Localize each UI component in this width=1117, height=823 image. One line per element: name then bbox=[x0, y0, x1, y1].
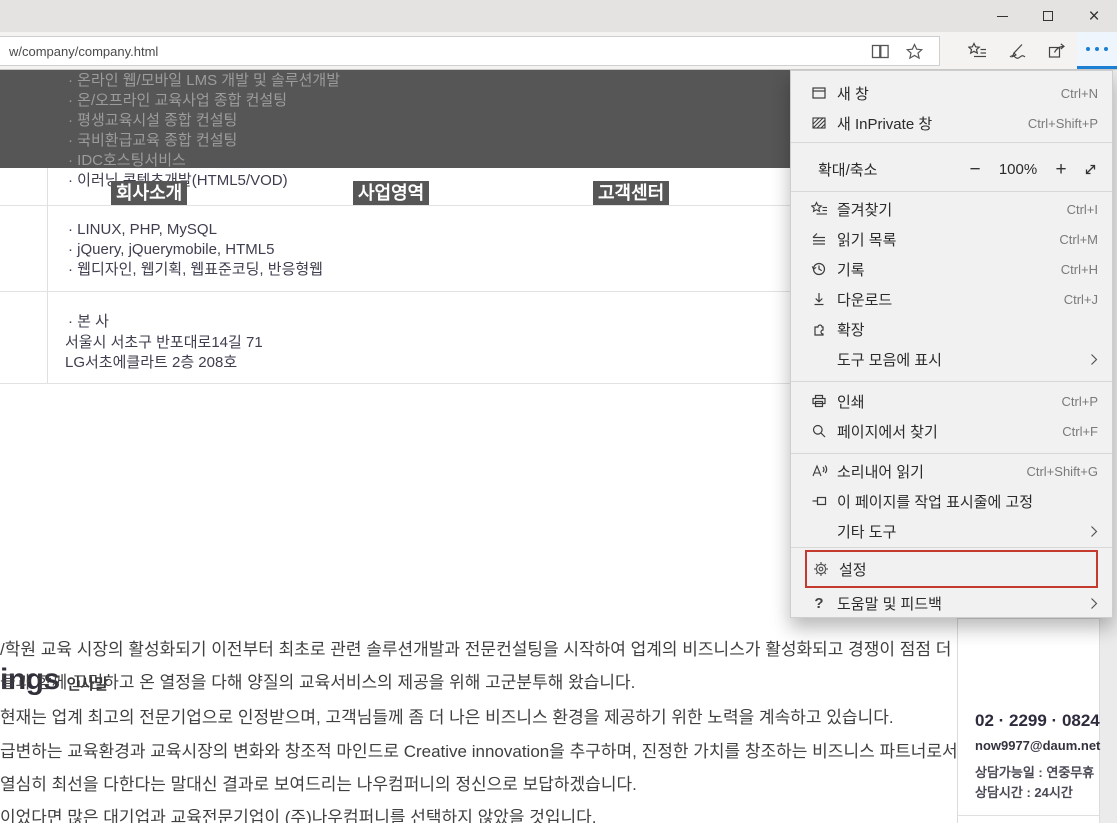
tech-item: · LINUX, PHP, MySQL bbox=[68, 220, 217, 240]
office-line: 서울시 서초구 반포대로14길 71 bbox=[65, 333, 263, 353]
contact-hours: 상담시간 : 24시간 bbox=[975, 782, 1073, 801]
close-button[interactable]: × bbox=[1071, 0, 1117, 32]
url-text[interactable]: w/company/company.html bbox=[9, 44, 863, 59]
menu-item-show-in-toolbar[interactable]: 도구 모음에 표시 bbox=[791, 344, 1112, 374]
favorites-hub-button[interactable] bbox=[957, 32, 997, 69]
maximize-button[interactable] bbox=[1025, 0, 1071, 32]
nav-item-company[interactable]: 회사소개 bbox=[111, 181, 187, 205]
contact-phone: 02 · 2299 · 0824 bbox=[975, 711, 1100, 731]
greeting-paragraph: /학원 교육 시장의 활성화되기 이전부터 최초로 관련 솔루션개발과 전문컨설… bbox=[0, 638, 951, 662]
add-favorite-button[interactable] bbox=[897, 37, 931, 65]
address-bar[interactable]: w/company/company.html bbox=[0, 36, 940, 66]
read-aloud-icon bbox=[811, 463, 828, 479]
browser-toolbar: w/company/company.html bbox=[0, 32, 1117, 70]
share-icon bbox=[1048, 42, 1067, 59]
contact-panel: 02 · 2299 · 0824 now9977@daum.net 상담가능일 … bbox=[957, 618, 1100, 823]
menu-item-pin-to-taskbar[interactable]: 이 페이지를 작업 표시줄에 고정 bbox=[791, 486, 1112, 516]
greeting-paragraph: 들과 함께 고민하고 온 열정을 다해 양질의 교육서비스의 제공을 위해 고군… bbox=[0, 671, 635, 695]
menu-item-downloads[interactable]: 다운로드 Ctrl+J bbox=[791, 284, 1112, 314]
hub-icon bbox=[968, 42, 987, 59]
more-ellipsis-icon bbox=[1086, 47, 1108, 51]
close-icon: × bbox=[1088, 7, 1099, 26]
tech-item: · 웹디자인, 웹기획, 웹표준코딩, 반응형웹 bbox=[68, 260, 323, 280]
menu-item-read-aloud[interactable]: 소리내어 읽기 Ctrl+Shift+G bbox=[791, 456, 1112, 486]
service-item: · 평생교육시설 종합 컨설팅 bbox=[68, 111, 237, 131]
nav-item-business[interactable]: 사업영역 bbox=[353, 181, 429, 205]
service-item: · 온/오프라인 교육사업 종합 컨설팅 bbox=[68, 91, 287, 111]
menu-item-find-on-page[interactable]: 페이지에서 찾기 Ctrl+F bbox=[791, 416, 1112, 446]
share-button[interactable] bbox=[1037, 32, 1077, 69]
book-icon bbox=[871, 44, 890, 59]
tech-item: · jQuery, jQuerymobile, HTML5 bbox=[68, 240, 274, 260]
history-icon bbox=[811, 261, 827, 277]
search-icon bbox=[811, 423, 827, 439]
service-item: · 온라인 웹/모바일 LMS 개발 및 솔루션개발 bbox=[68, 71, 340, 91]
menu-item-reading-list[interactable]: 읽기 목록 Ctrl+M bbox=[791, 224, 1112, 254]
window-title-bar: × bbox=[0, 0, 1117, 32]
menu-item-history[interactable]: 기록 Ctrl+H bbox=[791, 254, 1112, 284]
help-icon: ? bbox=[814, 595, 823, 612]
greeting-paragraph: 현재는 업계 최고의 전문기업으로 인정받으며, 고객님들께 좀 더 나은 비즈… bbox=[0, 706, 894, 730]
toolbar-buttons bbox=[957, 32, 1117, 69]
menu-separator bbox=[791, 381, 1112, 382]
menu-item-more-tools[interactable]: 기타 도구 bbox=[791, 516, 1112, 546]
menu-item-favorites[interactable]: 즐겨찾기 Ctrl+I bbox=[791, 194, 1112, 224]
greeting-paragraph: 급변하는 교육환경과 교육시장의 변화와 창조적 마인드로 Creative i… bbox=[0, 740, 958, 764]
extensions-icon bbox=[811, 321, 827, 337]
menu-separator bbox=[791, 142, 1112, 143]
more-options-button[interactable] bbox=[1077, 32, 1117, 69]
zoom-level-value: 100% bbox=[997, 161, 1039, 178]
reading-list-icon bbox=[811, 231, 827, 247]
menu-item-new-window[interactable]: 새 창 Ctrl+N bbox=[791, 78, 1112, 108]
menu-item-zoom: 확대/축소 − 100% + bbox=[791, 154, 1112, 184]
zoom-out-button[interactable]: − bbox=[966, 160, 984, 179]
greeting-paragraph: 이었다면 많은 대기업과 교육전문기업이 (주)나우컴퍼니를 선택하지 않았을 … bbox=[0, 806, 597, 823]
ink-pen-icon bbox=[1008, 42, 1027, 59]
menu-item-settings[interactable]: 설정 bbox=[805, 550, 1098, 588]
print-icon bbox=[811, 393, 827, 409]
nav-item-customer[interactable]: 고객센터 bbox=[593, 181, 669, 205]
fullscreen-icon[interactable] bbox=[1083, 162, 1098, 177]
zoom-in-button[interactable]: + bbox=[1052, 160, 1070, 179]
reading-view-button[interactable] bbox=[863, 37, 897, 65]
web-note-button[interactable] bbox=[997, 32, 1037, 69]
office-line: · 본 사 bbox=[68, 312, 109, 332]
maximize-icon bbox=[1043, 11, 1053, 21]
gear-icon bbox=[813, 561, 829, 577]
office-line: LG서초에클라트 2층 208호 bbox=[65, 353, 237, 373]
menu-item-help-feedback[interactable]: ? 도움말 및 피드백 bbox=[791, 588, 1112, 618]
panel-divider bbox=[958, 815, 1099, 816]
star-icon bbox=[906, 43, 923, 60]
pin-icon bbox=[811, 493, 827, 509]
greeting-paragraph: 열심히 최선을 다한다는 말대신 결과로 보여드리는 나우컴퍼니의 정신으로 보… bbox=[0, 773, 637, 797]
download-icon bbox=[811, 291, 827, 307]
inprivate-icon bbox=[811, 115, 827, 131]
chevron-right-icon bbox=[1090, 525, 1098, 538]
service-item: · 국비환급교육 종합 컨설팅 bbox=[68, 131, 237, 151]
minimize-button[interactable] bbox=[979, 0, 1025, 32]
chevron-right-icon bbox=[1090, 353, 1098, 366]
favorites-hub-icon bbox=[811, 201, 828, 217]
menu-separator bbox=[791, 547, 1112, 548]
new-window-icon bbox=[811, 85, 827, 101]
minimize-icon bbox=[997, 16, 1008, 17]
chevron-right-icon bbox=[1090, 597, 1098, 610]
menu-item-extensions[interactable]: 확장 bbox=[791, 314, 1112, 344]
menu-item-inprivate-window[interactable]: 새 InPrivate 창 Ctrl+Shift+P bbox=[791, 108, 1112, 138]
menu-item-print[interactable]: 인쇄 Ctrl+P bbox=[791, 386, 1112, 416]
menu-separator bbox=[791, 453, 1112, 454]
contact-email: now9977@daum.net bbox=[975, 738, 1100, 753]
contact-days: 상담가능일 : 연중무휴 bbox=[975, 762, 1094, 781]
more-options-menu: 새 창 Ctrl+N 새 InPrivate 창 Ctrl+Shift+P 확대… bbox=[790, 70, 1113, 618]
service-item: · IDC호스팅서비스 bbox=[68, 151, 186, 171]
menu-separator bbox=[791, 191, 1112, 192]
